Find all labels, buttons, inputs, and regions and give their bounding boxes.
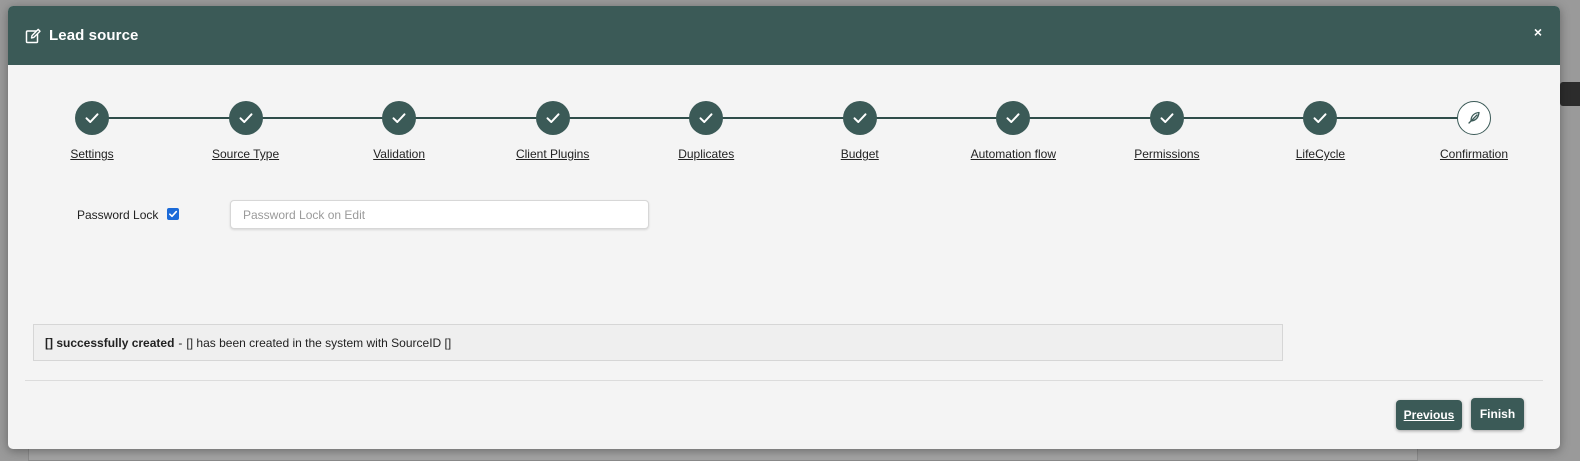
password-lock-checkbox[interactable] [167,208,179,220]
step-validation[interactable]: Validation [329,101,469,161]
alert-message: [] has been created in the system with S… [186,335,452,350]
success-alert: [] successfully created - [] has been cr… [33,324,1283,361]
step-complete-indicator [689,101,724,135]
password-lock-on-edit-input[interactable] [230,200,649,229]
step-settings[interactable]: Settings [22,101,162,161]
step-permissions[interactable]: Permissions [1097,101,1237,161]
lead-source-modal: Lead source × Settings Source Type Validat… [8,6,1560,449]
step-complete-indicator [382,101,417,135]
footer-divider [25,380,1543,381]
close-button[interactable]: × [1534,25,1542,39]
step-confirmation[interactable]: Confirmation [1404,101,1544,161]
alert-separator: - [178,335,183,350]
alert-title: [] successfully created [45,335,175,350]
check-icon [85,113,99,123]
password-lock-label: Password Lock [77,208,159,222]
step-client-plugins[interactable]: Client Plugins [483,101,623,161]
step-label[interactable]: Source Type [212,147,279,161]
step-label[interactable]: LifeCycle [1296,147,1345,161]
previous-button[interactable]: Previous [1396,400,1462,430]
step-complete-indicator [1149,101,1184,135]
step-automation-flow[interactable]: Automation flow [943,101,1083,161]
step-duplicates[interactable]: Duplicates [636,101,776,161]
step-lifecycle[interactable]: LifeCycle [1250,101,1390,161]
check-icon [1006,113,1020,123]
step-label[interactable]: Client Plugins [516,147,589,161]
step-complete-indicator [1303,101,1338,135]
step-complete-indicator [228,101,263,135]
edit-icon [25,28,41,44]
step-label[interactable]: Settings [70,147,113,161]
step-label[interactable]: Automation flow [971,147,1056,161]
checkmark-icon [169,210,178,218]
check-icon [1160,113,1174,123]
step-label[interactable]: Permissions [1134,147,1199,161]
check-icon [546,113,560,123]
step-complete-indicator [535,101,570,135]
step-complete-indicator [996,101,1031,135]
modal-header: Lead source × [8,6,1560,65]
wizard-stepper: Settings Source Type Validation Client Plug… [8,65,1560,185]
step-label[interactable]: Confirmation [1440,147,1508,161]
check-icon [853,113,867,123]
check-icon [699,113,713,123]
step-complete-indicator [75,101,109,135]
step-label[interactable]: Validation [373,147,425,161]
step-label[interactable]: Budget [841,147,879,161]
step-current-indicator [1457,101,1491,135]
check-icon [1313,113,1327,123]
feather-icon [1468,111,1480,124]
check-icon [239,113,253,123]
finish-button[interactable]: Finish [1471,398,1524,430]
step-source-type[interactable]: Source Type [176,101,316,161]
step-complete-indicator [842,101,877,135]
background-edge-tab [1560,82,1580,106]
step-budget[interactable]: Budget [790,101,930,161]
step-label[interactable]: Duplicates [678,147,734,161]
check-icon [392,113,406,123]
modal-title: Lead source [49,27,139,44]
